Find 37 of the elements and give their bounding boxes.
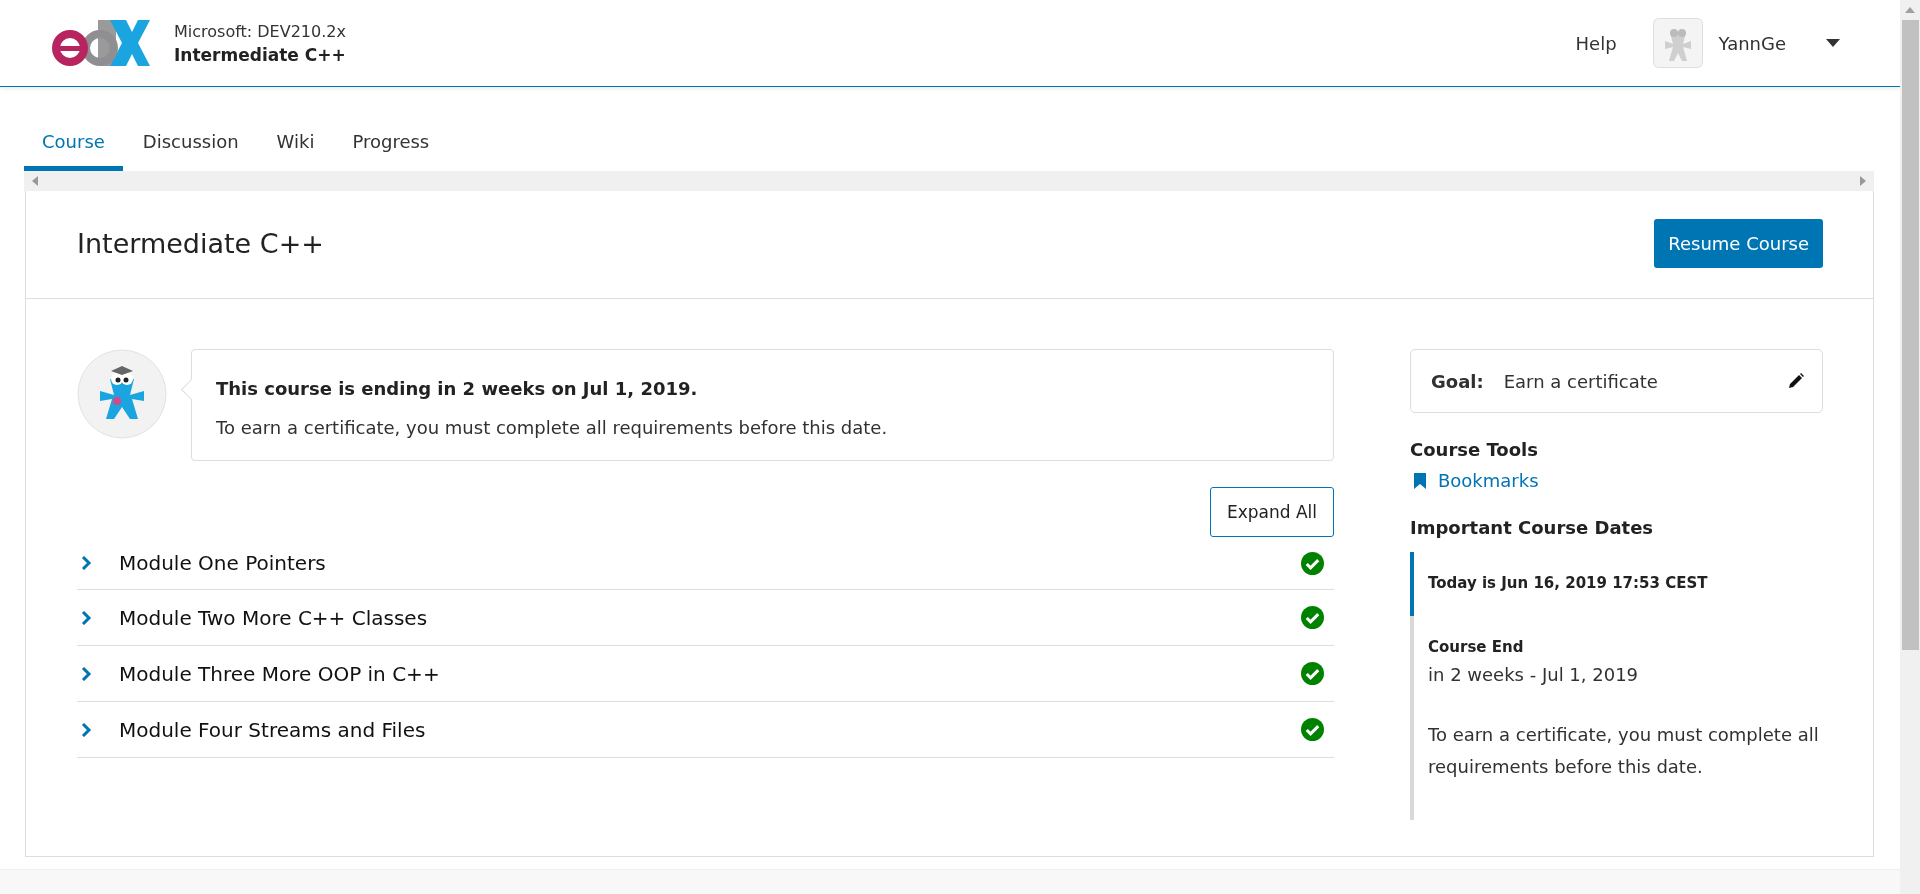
- username[interactable]: YannGe: [1718, 32, 1786, 54]
- date-title: Today is Jun 16, 2019 17:53 CEST: [1428, 574, 1708, 592]
- tab[interactable]: Wiki: [258, 131, 333, 171]
- chevron-icon[interactable]: [81, 610, 93, 625]
- course-tools-heading: Course Tools: [1410, 439, 1539, 460]
- expand-all-button[interactable]: Expand All: [1209, 487, 1334, 537]
- vertical-scrollbar[interactable]: [1900, 0, 1920, 894]
- chevron-icon[interactable]: [81, 722, 93, 737]
- tab[interactable]: Progress: [334, 131, 448, 171]
- bookmark-icon[interactable]: [1414, 472, 1426, 489]
- course-dates-heading: Important Course Dates: [1410, 517, 1655, 538]
- edx-logo[interactable]: [50, 20, 150, 66]
- tab[interactable]: Discussion: [124, 131, 257, 171]
- module-link[interactable]: Module Three More OOP in C++: [119, 661, 1301, 686]
- course-title: Intermediate C++: [77, 228, 324, 259]
- chevron-icon[interactable]: [81, 666, 93, 681]
- goal-value: Earn a certificate: [1503, 370, 1659, 392]
- module-link[interactable]: Module One Pointers: [119, 551, 1301, 575]
- date-description: To earn a certificate, you must complete all requirements before this date.: [1428, 723, 1820, 779]
- course-organization: Microsoft: DEV210.2x: [174, 21, 346, 41]
- help-link[interactable]: Help: [1575, 32, 1617, 54]
- bookmarks-link[interactable]: Bookmarks: [1438, 470, 1539, 491]
- goal-label: Goal:: [1431, 370, 1484, 392]
- scrollbar-thumb[interactable]: [1901, 20, 1919, 650]
- message-heading: This course is ending in 2 weeks on Jul 1, 2019.: [216, 378, 699, 399]
- mascot-icon: [77, 349, 167, 439]
- message-text: To earn a certificate, you must complete all requirements before this date.: [216, 417, 889, 438]
- module-link[interactable]: Module Four Streams and Files: [119, 717, 1301, 742]
- date-value: in 2 weeks - Jul 1, 2019: [1428, 664, 1640, 685]
- pencil-icon[interactable]: [1788, 373, 1804, 389]
- course-name: Intermediate C++: [174, 44, 346, 65]
- module-link[interactable]: Module Two More C++ Classes: [119, 605, 1301, 630]
- chevron-icon[interactable]: [81, 556, 93, 570]
- date-title: Course End: [1428, 638, 1525, 656]
- caret-icon[interactable]: [1826, 39, 1840, 47]
- current-date-marker: [1410, 552, 1414, 616]
- resume-course-button[interactable]: Resume Course: [1654, 219, 1823, 268]
